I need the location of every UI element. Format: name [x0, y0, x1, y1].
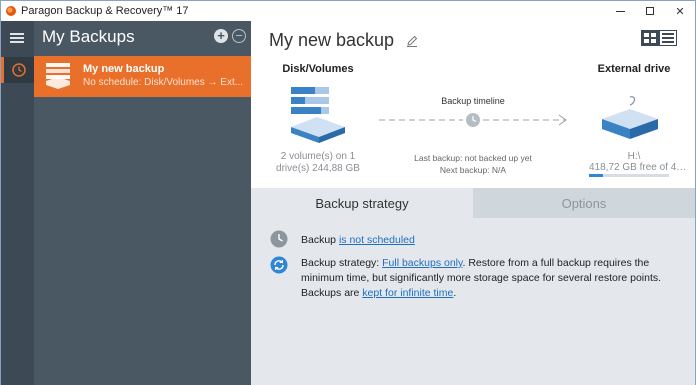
window-title: Paragon Backup & Recovery™ 17 — [21, 5, 189, 17]
strategy-panel: Backup is not scheduled Backup strategy:… — [251, 218, 695, 385]
destination-usage-bar — [589, 174, 669, 177]
source-label: Disk/Volumes — [282, 63, 354, 75]
minimize-icon — [615, 10, 625, 12]
strategy-link[interactable]: Full backups only — [382, 257, 462, 269]
strategy-row: Backup strategy: Full backups only. Rest… — [301, 256, 681, 301]
schedule-link[interactable]: is not scheduled — [339, 234, 415, 246]
next-backup-text: Next backup: N/A — [439, 165, 507, 175]
disk-stack-icon — [46, 63, 70, 89]
nav-rail — [1, 21, 34, 385]
title-bar: Paragon Backup & Recovery™ 17 ✕ — [1, 1, 695, 21]
close-button[interactable]: ✕ — [665, 1, 695, 21]
backup-item-subtitle: No schedule: Disk/Volumes → Ext... — [83, 77, 244, 88]
timeline-label: Backup timeline — [441, 96, 505, 106]
schedule-clock-icon — [270, 230, 288, 248]
schedule-prefix: Backup — [301, 234, 339, 246]
hamburger-icon[interactable] — [10, 33, 24, 43]
timeline-arrow — [379, 113, 567, 127]
source-caption: 2 volume(s) on 1 drive(s) 244,88 GB — [276, 151, 360, 174]
backups-sidebar: My Backups + − My new backup No schedule… — [34, 21, 251, 385]
rail-item-backups[interactable] — [1, 57, 34, 83]
strategy-prefix: Backup strategy: — [301, 257, 383, 269]
destination-drive-letter: H:\ — [627, 151, 641, 162]
tab-options[interactable]: Options — [473, 188, 695, 218]
clock-icon — [12, 63, 26, 77]
destination-usage-fill — [589, 174, 604, 177]
backup-item-name: My new backup — [83, 63, 165, 75]
add-backup-button[interactable]: + — [214, 29, 228, 43]
grid-view-icon[interactable] — [641, 30, 659, 46]
retention-link[interactable]: kept for infinite time — [362, 287, 453, 299]
list-view-icon[interactable] — [659, 30, 677, 46]
page-title: My new backup — [269, 30, 395, 50]
backup-strategy-icon — [270, 256, 288, 274]
last-backup-text: Last backup: not backed up yet — [414, 153, 532, 163]
backup-list-item[interactable]: My new backup No schedule: Disk/Volumes … — [34, 56, 251, 97]
destination-label: External drive — [597, 63, 671, 75]
app-logo-icon — [6, 6, 16, 16]
view-toggle[interactable] — [641, 30, 677, 46]
retention-suffix: . — [453, 287, 457, 299]
timeline-info: Last backup: not backed up yet Next back… — [401, 152, 545, 176]
maximize-icon — [646, 7, 654, 15]
maximize-button[interactable] — [635, 1, 665, 21]
pencil-icon[interactable] — [405, 34, 419, 48]
schedule-row: Backup is not scheduled — [301, 234, 415, 246]
destination-free-space: 418,72 GB free of 49... — [589, 162, 689, 173]
tab-bar: Backup strategy Options — [251, 188, 695, 218]
external-drive-icon[interactable] — [596, 93, 662, 141]
backups-title: My Backups — [42, 27, 135, 46]
tab-backup-strategy[interactable]: Backup strategy — [251, 188, 473, 218]
remove-backup-button[interactable]: − — [232, 29, 246, 43]
disk-volumes-icon[interactable] — [287, 83, 349, 143]
minimize-button[interactable] — [605, 1, 635, 21]
timeline-clock-icon — [466, 113, 480, 127]
app-window: Paragon Backup & Recovery™ 17 ✕ My Backu… — [0, 0, 696, 385]
main-pane: My new backup Disk/Volumes 2 volume(s) o… — [251, 21, 695, 385]
